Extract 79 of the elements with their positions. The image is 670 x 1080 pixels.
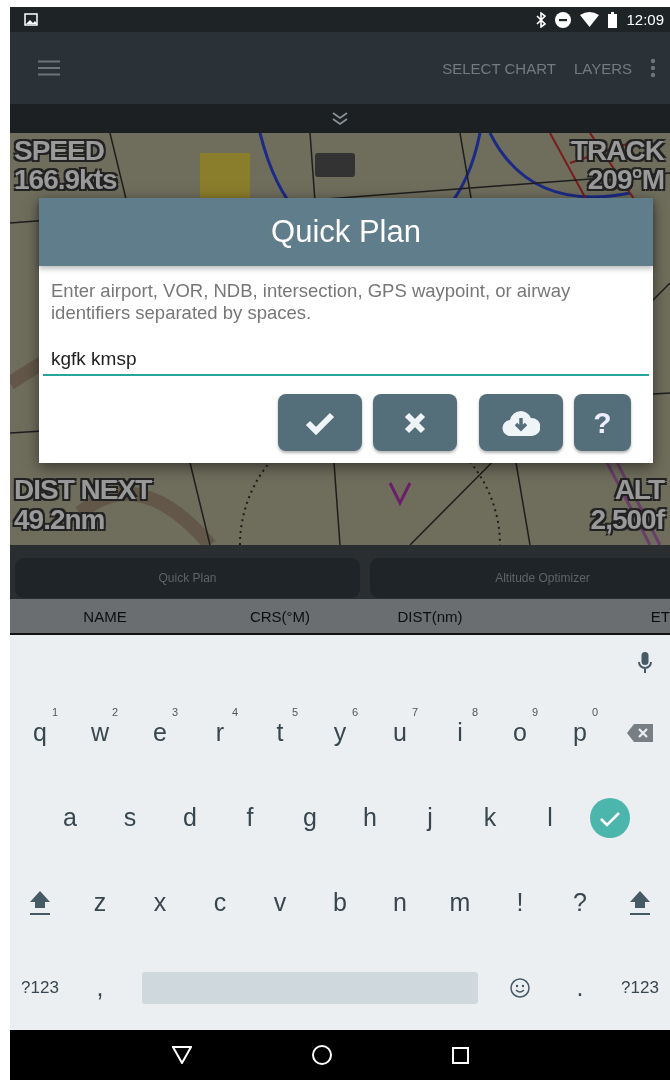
backspace-icon [627, 723, 653, 742]
clock-time: 12:09 [626, 11, 664, 28]
key[interactable]: a [40, 782, 100, 853]
dialog-message: Enter airport, VOR, NDB, intersection, GPS waypoint, or airway identifiers separated by spaces. [51, 280, 572, 324]
key[interactable]: b [310, 867, 370, 938]
key[interactable]: q 1 [10, 697, 70, 768]
shift-arrow-icon [29, 889, 51, 916]
symbols-key[interactable]: ?123 [10, 952, 70, 1023]
key[interactable]: y 6 [310, 697, 370, 768]
key[interactable]: w 2 [70, 697, 130, 768]
confirm-button[interactable] [278, 394, 362, 451]
key[interactable]: e 3 [130, 697, 190, 768]
dialog-title: Quick Plan [39, 198, 653, 266]
key[interactable]: ? [550, 867, 610, 938]
key[interactable]: v [250, 867, 310, 938]
altitude-label: ALT [614, 475, 664, 504]
column-header: DIST(nm) [397, 607, 463, 625]
altitude-value: 2,500f [590, 505, 664, 534]
key[interactable]: h [340, 782, 400, 853]
key[interactable]: ! [490, 867, 550, 938]
checkmark-icon [305, 410, 335, 435]
key[interactable]: t 5 [250, 697, 310, 768]
key[interactable]: m [430, 867, 490, 938]
key[interactable]: . [550, 952, 610, 1023]
key-hint: 1 [51, 705, 58, 718]
menu-icon[interactable] [38, 60, 60, 76]
shift-arrow-icon [629, 889, 651, 916]
key[interactable]: d [160, 782, 220, 853]
key-hint: 0 [591, 705, 598, 718]
smiley-icon [510, 977, 530, 998]
speed-label: SPEED [14, 136, 104, 165]
column-header: NAME [83, 607, 127, 625]
bluetooth-icon [536, 11, 547, 28]
key-hint: 6 [351, 705, 358, 718]
key[interactable]: i 8 [430, 697, 490, 768]
key[interactable]: g [280, 782, 340, 853]
key-hint: 3 [171, 705, 178, 718]
microphone-icon[interactable] [638, 651, 652, 674]
key-hint: 5 [291, 705, 298, 718]
key[interactable]: z [70, 867, 130, 938]
help-button[interactable]: ? [574, 394, 631, 451]
key[interactable]: l [520, 782, 580, 853]
key[interactable]: u 7 [370, 697, 430, 768]
key-hint: 4 [231, 705, 238, 718]
distance-next-value: 49.2nm [14, 505, 105, 534]
image-icon [24, 13, 38, 26]
key[interactable]: f [220, 782, 280, 853]
battery-icon [608, 11, 618, 28]
cancel-button[interactable] [373, 394, 457, 451]
key[interactable]: x [130, 867, 190, 938]
key-hint: 2 [111, 705, 118, 718]
wifi-icon [580, 12, 600, 27]
column-header: ET [650, 607, 670, 625]
download-button[interactable] [479, 394, 563, 451]
more-options-icon[interactable] [650, 58, 656, 78]
key[interactable]: r 4 [190, 697, 250, 768]
recents-icon[interactable] [451, 1046, 469, 1064]
close-icon [404, 411, 426, 434]
key[interactable]: p 0 [550, 697, 610, 768]
key[interactable]: c [190, 867, 250, 938]
double-chevron-icon[interactable] [332, 111, 348, 126]
key-hint: 8 [471, 705, 478, 718]
distance-next-label: DIST NEXT [14, 475, 152, 504]
do-not-disturb-icon [555, 11, 572, 28]
back-icon[interactable] [171, 1046, 192, 1064]
key[interactable]: , [70, 952, 130, 1023]
key-hint: 7 [411, 705, 418, 718]
key[interactable]: o 9 [490, 697, 550, 768]
cloud-download-icon [502, 408, 540, 437]
speed-value: 166.9kts [14, 165, 117, 194]
column-header: CRS(°M) [249, 607, 311, 625]
key[interactable]: k [460, 782, 520, 853]
checkmark-icon [590, 797, 630, 838]
symbols-key[interactable]: ?123 [610, 952, 670, 1023]
key-hint: 9 [531, 705, 538, 718]
home-icon[interactable] [311, 1045, 332, 1065]
key[interactable]: s [100, 782, 160, 853]
key[interactable]: n [370, 867, 430, 938]
key[interactable]: j [400, 782, 460, 853]
